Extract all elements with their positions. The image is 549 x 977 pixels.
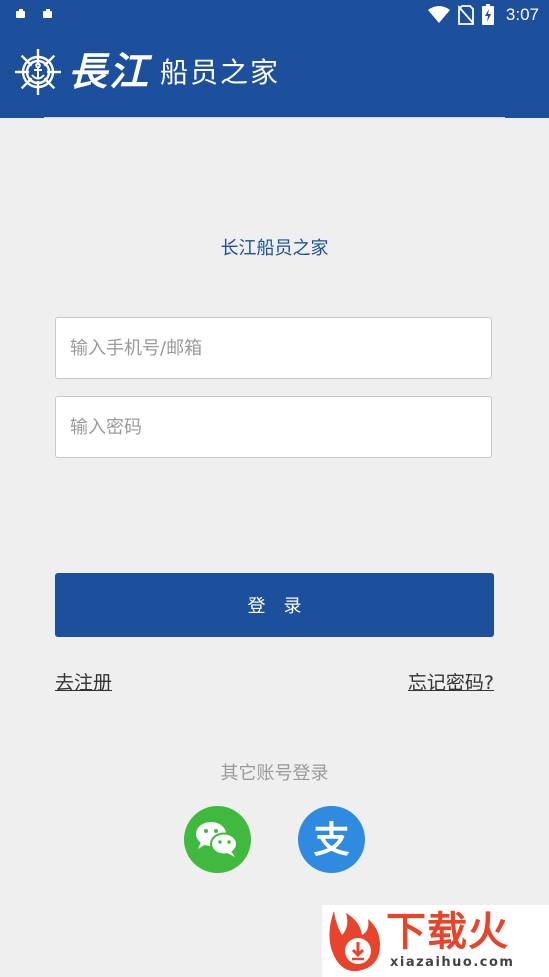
- wechat-login-button[interactable]: [184, 806, 251, 873]
- notification-icon: [16, 9, 27, 18]
- phone-email-input[interactable]: [56, 318, 491, 378]
- svg-text:支: 支: [313, 820, 349, 861]
- watermark-url: xiazaihuo.com: [390, 955, 515, 970]
- alipay-icon: 支: [298, 806, 365, 873]
- flame-download-icon: [329, 911, 380, 972]
- wifi-icon: [427, 5, 450, 23]
- notification-icon: [43, 9, 54, 18]
- watermark-brand: 下载火: [386, 909, 509, 955]
- no-sim-icon: [457, 4, 474, 25]
- battery-charging-icon: [481, 4, 494, 25]
- logo-text-sub: 船员之家: [160, 56, 281, 89]
- password-field[interactable]: [55, 396, 492, 458]
- phone-email-field[interactable]: [55, 317, 492, 379]
- other-login-label: 其它账号登录: [220, 763, 329, 784]
- forgot-password-link[interactable]: 忘记密码?: [408, 668, 494, 695]
- page-title: 长江船员之家: [220, 238, 329, 259]
- login-button[interactable]: 登 录: [55, 573, 494, 637]
- register-link[interactable]: 去注册: [55, 668, 112, 695]
- status-time: 3:07: [505, 4, 539, 24]
- divider: [44, 117, 505, 118]
- alipay-login-button[interactable]: 支: [298, 806, 365, 873]
- wechat-icon: [184, 806, 251, 873]
- password-input[interactable]: [56, 397, 491, 457]
- status-bar: 3:07: [0, 0, 549, 32]
- logo-text-main: 長江: [68, 49, 151, 95]
- ship-wheel-anchor-icon: [15, 49, 61, 95]
- watermark: 下载火 xiazaihuo.com: [322, 905, 549, 977]
